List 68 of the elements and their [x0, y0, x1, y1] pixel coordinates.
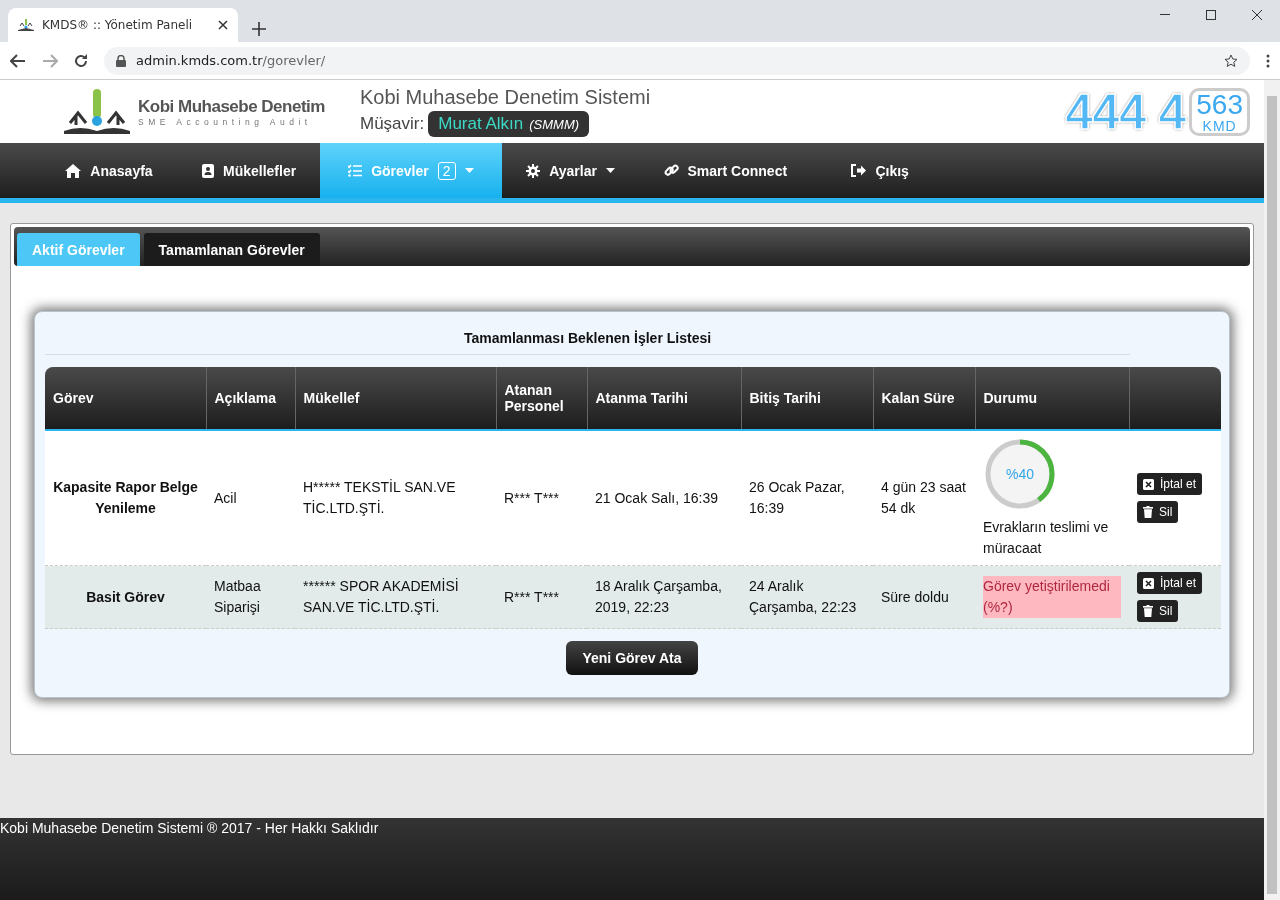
nav-item[interactable]: Çıkış: [811, 143, 950, 198]
logo-text: Kobi Muhasebe Denetim: [138, 96, 325, 117]
link-icon: [663, 163, 679, 178]
status-text: Görev yetiştirilemedi (%?): [983, 576, 1121, 618]
column-header: Atanma Tarihi: [587, 367, 741, 430]
table-cell: 26 Ocak Pazar, 16:39: [741, 430, 873, 566]
column-header: Durumu: [975, 367, 1129, 430]
new-task-button[interactable]: Yeni Görev Ata: [566, 641, 698, 675]
logo-icon: [62, 88, 132, 135]
browser-tab[interactable]: KMDS® :: Yönetim Paneli: [8, 8, 238, 42]
gear-icon: [526, 163, 541, 178]
tab-title: KMDS® :: Yönetim Paneli: [42, 18, 194, 32]
table-title: Tamamlanması Beklenen İşler Listesi: [45, 330, 1130, 355]
cancel-button[interactable]: İptal et: [1137, 572, 1203, 594]
column-header: Görev: [45, 367, 206, 430]
column-header: Bitiş Tarihi: [741, 367, 873, 430]
advisor-label: Müşavir:: [360, 114, 425, 134]
sign-out-icon: [851, 164, 867, 177]
table-cell: 18 Aralık Çarşamba, 2019, 22:23: [587, 565, 741, 629]
close-box-icon: [1143, 577, 1154, 589]
table-cell: Süre doldu: [873, 565, 975, 629]
table-cell: R*** T***: [496, 565, 587, 629]
site-title: Kobi Muhasebe Denetim Sistemi: [360, 86, 651, 109]
new-tab-icon[interactable]: [252, 22, 266, 36]
star-icon[interactable]: [1224, 53, 1238, 68]
task-name: Basit Görev: [45, 565, 206, 629]
checklist-icon: [348, 164, 363, 177]
table-cell: Matbaa Siparişi: [206, 565, 295, 629]
trash-icon: [1143, 605, 1153, 617]
tab[interactable]: Tamamlanan Görevler: [143, 233, 320, 266]
column-header: Atanan Personel: [496, 367, 587, 430]
caret-icon: [464, 168, 474, 173]
task-name: Kapasite Rapor Belge Yenileme: [45, 430, 206, 566]
cancel-button[interactable]: İptal et: [1137, 473, 1203, 495]
nav-item[interactable]: Anasayfa: [40, 143, 178, 198]
delete-button[interactable]: Sil: [1137, 501, 1179, 523]
status-text: Evrakların teslimi ve müracaat: [983, 518, 1110, 558]
table-cell: H***** TEKSTİL SAN.VE TİC.LTD.ŞTİ.: [295, 430, 496, 566]
logo-tagline: SME Accounting Audit: [138, 116, 313, 127]
advisor-badge: Murat Alkın (SMMM): [428, 111, 590, 137]
trash-icon: [1143, 506, 1153, 518]
delete-button[interactable]: Sil: [1137, 600, 1179, 622]
address-book-icon: [202, 163, 214, 178]
nav-item[interactable]: Smart Connect: [639, 143, 812, 198]
home-icon: [65, 163, 82, 178]
nav-item[interactable]: Mükellefler: [178, 143, 321, 198]
progress-percent: %40: [1005, 465, 1035, 484]
nav-item[interactable]: Ayarlar: [501, 143, 640, 198]
count-badge: 2: [437, 161, 456, 180]
close-box-icon: [1143, 478, 1154, 490]
logo-icon: [18, 19, 34, 31]
reload-icon[interactable]: [74, 53, 88, 68]
address-bar[interactable]: admin.kmds.com.tr/gorevler/: [104, 46, 1250, 75]
menu-icon[interactable]: [1266, 53, 1270, 68]
table-cell: Acil: [206, 430, 295, 566]
close-tab-icon[interactable]: [218, 20, 228, 30]
column-header: Mükellef: [295, 367, 496, 430]
column-header: Açıklama: [206, 367, 295, 430]
back-icon[interactable]: [10, 53, 26, 68]
caret-icon: [605, 168, 615, 173]
lock-icon: [116, 54, 126, 67]
column-header: Kalan Süre: [873, 367, 975, 430]
table-cell: 4 gün 23 saat 54 dk: [873, 430, 975, 566]
table-cell: 24 Aralık Çarşamba, 22:23: [741, 565, 873, 629]
copyright-text: Kobi Muhasebe Denetim Sistemi ® 2017 - Her Hakkı Saklıdır: [0, 820, 379, 836]
table-cell: ****** SPOR AKADEMİSİ SAN.VE TİC.LTD.ŞTİ.: [295, 565, 496, 629]
table-cell: 21 Ocak Salı, 16:39: [587, 430, 741, 566]
table-cell: R*** T***: [496, 430, 587, 566]
